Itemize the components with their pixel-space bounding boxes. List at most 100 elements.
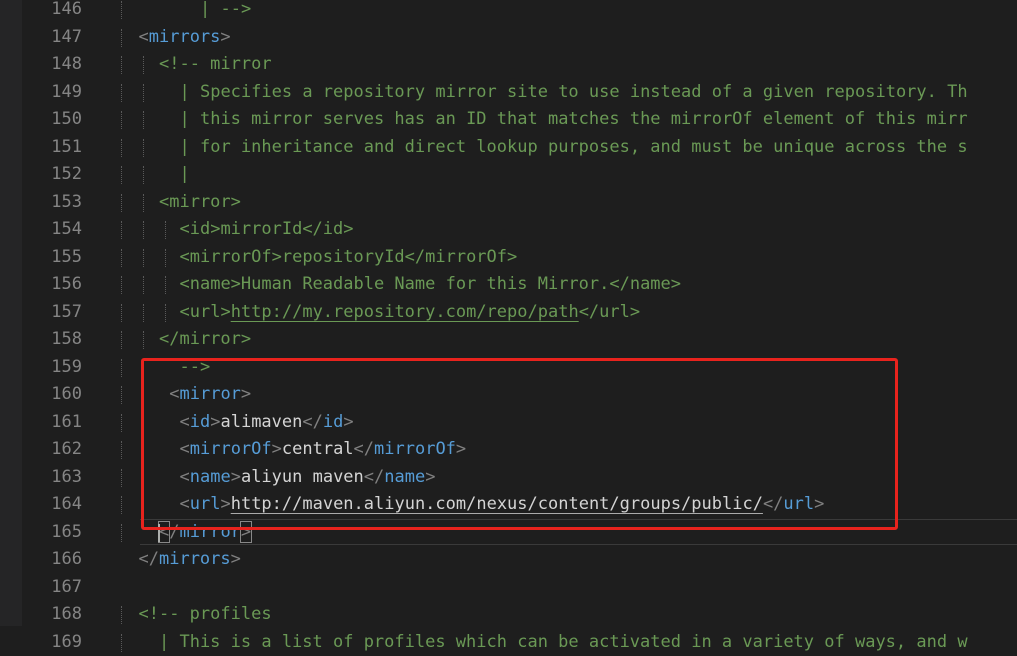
code-line[interactable]: 147<mirrors>	[0, 24, 1017, 52]
code-text: | Specifies a repository mirror site to …	[180, 79, 968, 107]
code-text: </mirror>	[159, 519, 251, 547]
indent-guide	[165, 276, 166, 294]
indent-guide	[121, 56, 122, 74]
code-text: |	[180, 161, 190, 189]
text-cursor	[158, 524, 160, 542]
line-number: 167	[22, 574, 82, 602]
indent-guide	[143, 414, 144, 432]
indent-guide	[143, 111, 144, 129]
indent-guide	[121, 634, 122, 652]
code-line[interactable]: 156 <name>Human Readable Name for this Mi…	[0, 271, 1017, 299]
code-text: | for inheritance and direct lookup purp…	[180, 134, 968, 162]
indent-guide	[165, 221, 166, 239]
indent-guide	[121, 524, 122, 542]
line-number: 161	[22, 409, 82, 437]
code-line[interactable]: 161 <id>alimaven</id>	[0, 409, 1017, 437]
indent-guide	[143, 304, 144, 322]
code-line[interactable]: 169| This is a list of profiles which ca…	[0, 629, 1017, 656]
code-line[interactable]: 155 <mirrorOf>repositoryId</mirrorOf>	[0, 244, 1017, 272]
indent-guide	[121, 469, 122, 487]
indent-guide	[121, 166, 122, 184]
code-line[interactable]: 168<!-- profiles	[0, 601, 1017, 629]
code-line[interactable]: 150| this mirror serves has an ID that m…	[0, 106, 1017, 134]
line-number: 160	[22, 381, 82, 409]
line-number: 158	[22, 326, 82, 354]
indent-guide	[121, 194, 122, 212]
code-text: <id>mirrorId</id>	[180, 216, 354, 244]
code-line[interactable]: 152 |	[0, 161, 1017, 189]
indent-guide	[143, 359, 144, 377]
indent-guide	[143, 194, 144, 212]
code-line[interactable]: 158 </mirror>	[0, 326, 1017, 354]
indent-guide	[143, 331, 144, 349]
indent-guide	[121, 84, 122, 102]
code-line[interactable]: 162 <mirrorOf>central</mirrorOf>	[0, 436, 1017, 464]
code-line[interactable]: 163<name>aliyun maven</name>	[0, 464, 1017, 492]
indent-guide	[121, 359, 122, 377]
code-line[interactable]: 153 <mirror>	[0, 189, 1017, 217]
indent-guide	[143, 469, 144, 487]
code-line-current[interactable]: 165 </mirror>	[0, 519, 1017, 547]
code-text: <name>Human Readable Name for this Mirro…	[180, 271, 682, 299]
code-text: <mirror>	[169, 381, 251, 409]
code-line[interactable]: 159 -->	[0, 354, 1017, 382]
line-number: 157	[22, 299, 82, 327]
indent-guide	[143, 166, 144, 184]
line-number: 155	[22, 244, 82, 272]
code-line[interactable]: 151 | for inheritance and direct lookup p…	[0, 134, 1017, 162]
line-number: 159	[22, 354, 82, 382]
indent-guide	[143, 249, 144, 267]
code-text: <url>http://maven.aliyun.com/nexus/conte…	[180, 491, 825, 519]
indent-guide	[143, 56, 144, 74]
code-line[interactable]: 160 <mirror>	[0, 381, 1017, 409]
code-line[interactable]: 154<id>mirrorId</id>	[0, 216, 1017, 244]
code-line[interactable]: 164 <url>http://maven.aliyun.com/nexus/co…	[0, 491, 1017, 519]
indent-guide	[121, 441, 122, 459]
indent-guide	[143, 84, 144, 102]
line-number: 146	[22, 0, 82, 24]
line-number: 151	[22, 134, 82, 162]
line-number: 152	[22, 161, 82, 189]
code-text: <mirrorOf>repositoryId</mirrorOf>	[180, 244, 518, 272]
indent-guide	[143, 496, 144, 514]
line-number: 166	[22, 546, 82, 574]
code-line[interactable]: 166</mirrors>	[0, 546, 1017, 574]
code-line[interactable]: 157 <url>http://my.repository.com/repo/pa…	[0, 299, 1017, 327]
line-number: 164	[22, 491, 82, 519]
code-text: <url>http://my.repository.com/repo/path<…	[180, 299, 641, 327]
current-line-highlight	[140, 519, 1017, 545]
line-number: 162	[22, 436, 82, 464]
line-number: 153	[22, 189, 82, 217]
indent-guide	[143, 441, 144, 459]
code-text: <id>alimaven</id>	[180, 409, 354, 437]
indent-guide	[165, 304, 166, 322]
code-line[interactable]: 146 | -->	[0, 0, 1017, 24]
indent-guide	[121, 496, 122, 514]
indent-guide	[121, 139, 122, 157]
line-number: 149	[22, 79, 82, 107]
line-number: 147	[22, 24, 82, 52]
indent-guide	[143, 139, 144, 157]
code-text: </mirror>	[159, 326, 251, 354]
code-text: -->	[180, 354, 211, 382]
code-line[interactable]: 148 <!-- mirror	[0, 51, 1017, 79]
indent-guide	[121, 221, 122, 239]
code-text: <!-- mirror	[159, 51, 272, 79]
indent-guide	[121, 111, 122, 129]
code-line[interactable]: 167	[0, 574, 1017, 602]
code-text: | this mirror serves has an ID that matc…	[180, 106, 968, 134]
code-text: <!-- profiles	[139, 601, 272, 629]
code-text: <mirror>	[159, 189, 241, 217]
indent-guide	[121, 276, 122, 294]
line-number: 169	[22, 629, 82, 656]
line-number: 156	[22, 271, 82, 299]
code-line[interactable]: 149 | Specifies a repository mirror site …	[0, 79, 1017, 107]
line-number: 148	[22, 51, 82, 79]
line-number: 165	[22, 519, 82, 547]
code-text: | -->	[200, 0, 251, 24]
indent-guide	[121, 386, 122, 404]
code-text: <mirrorOf>central</mirrorOf>	[180, 436, 467, 464]
code-editor[interactable]: 146| -->147<mirrors>148<!-- mirror149| S…	[0, 0, 1017, 656]
line-number: 163	[22, 464, 82, 492]
indent-guide	[143, 221, 144, 239]
